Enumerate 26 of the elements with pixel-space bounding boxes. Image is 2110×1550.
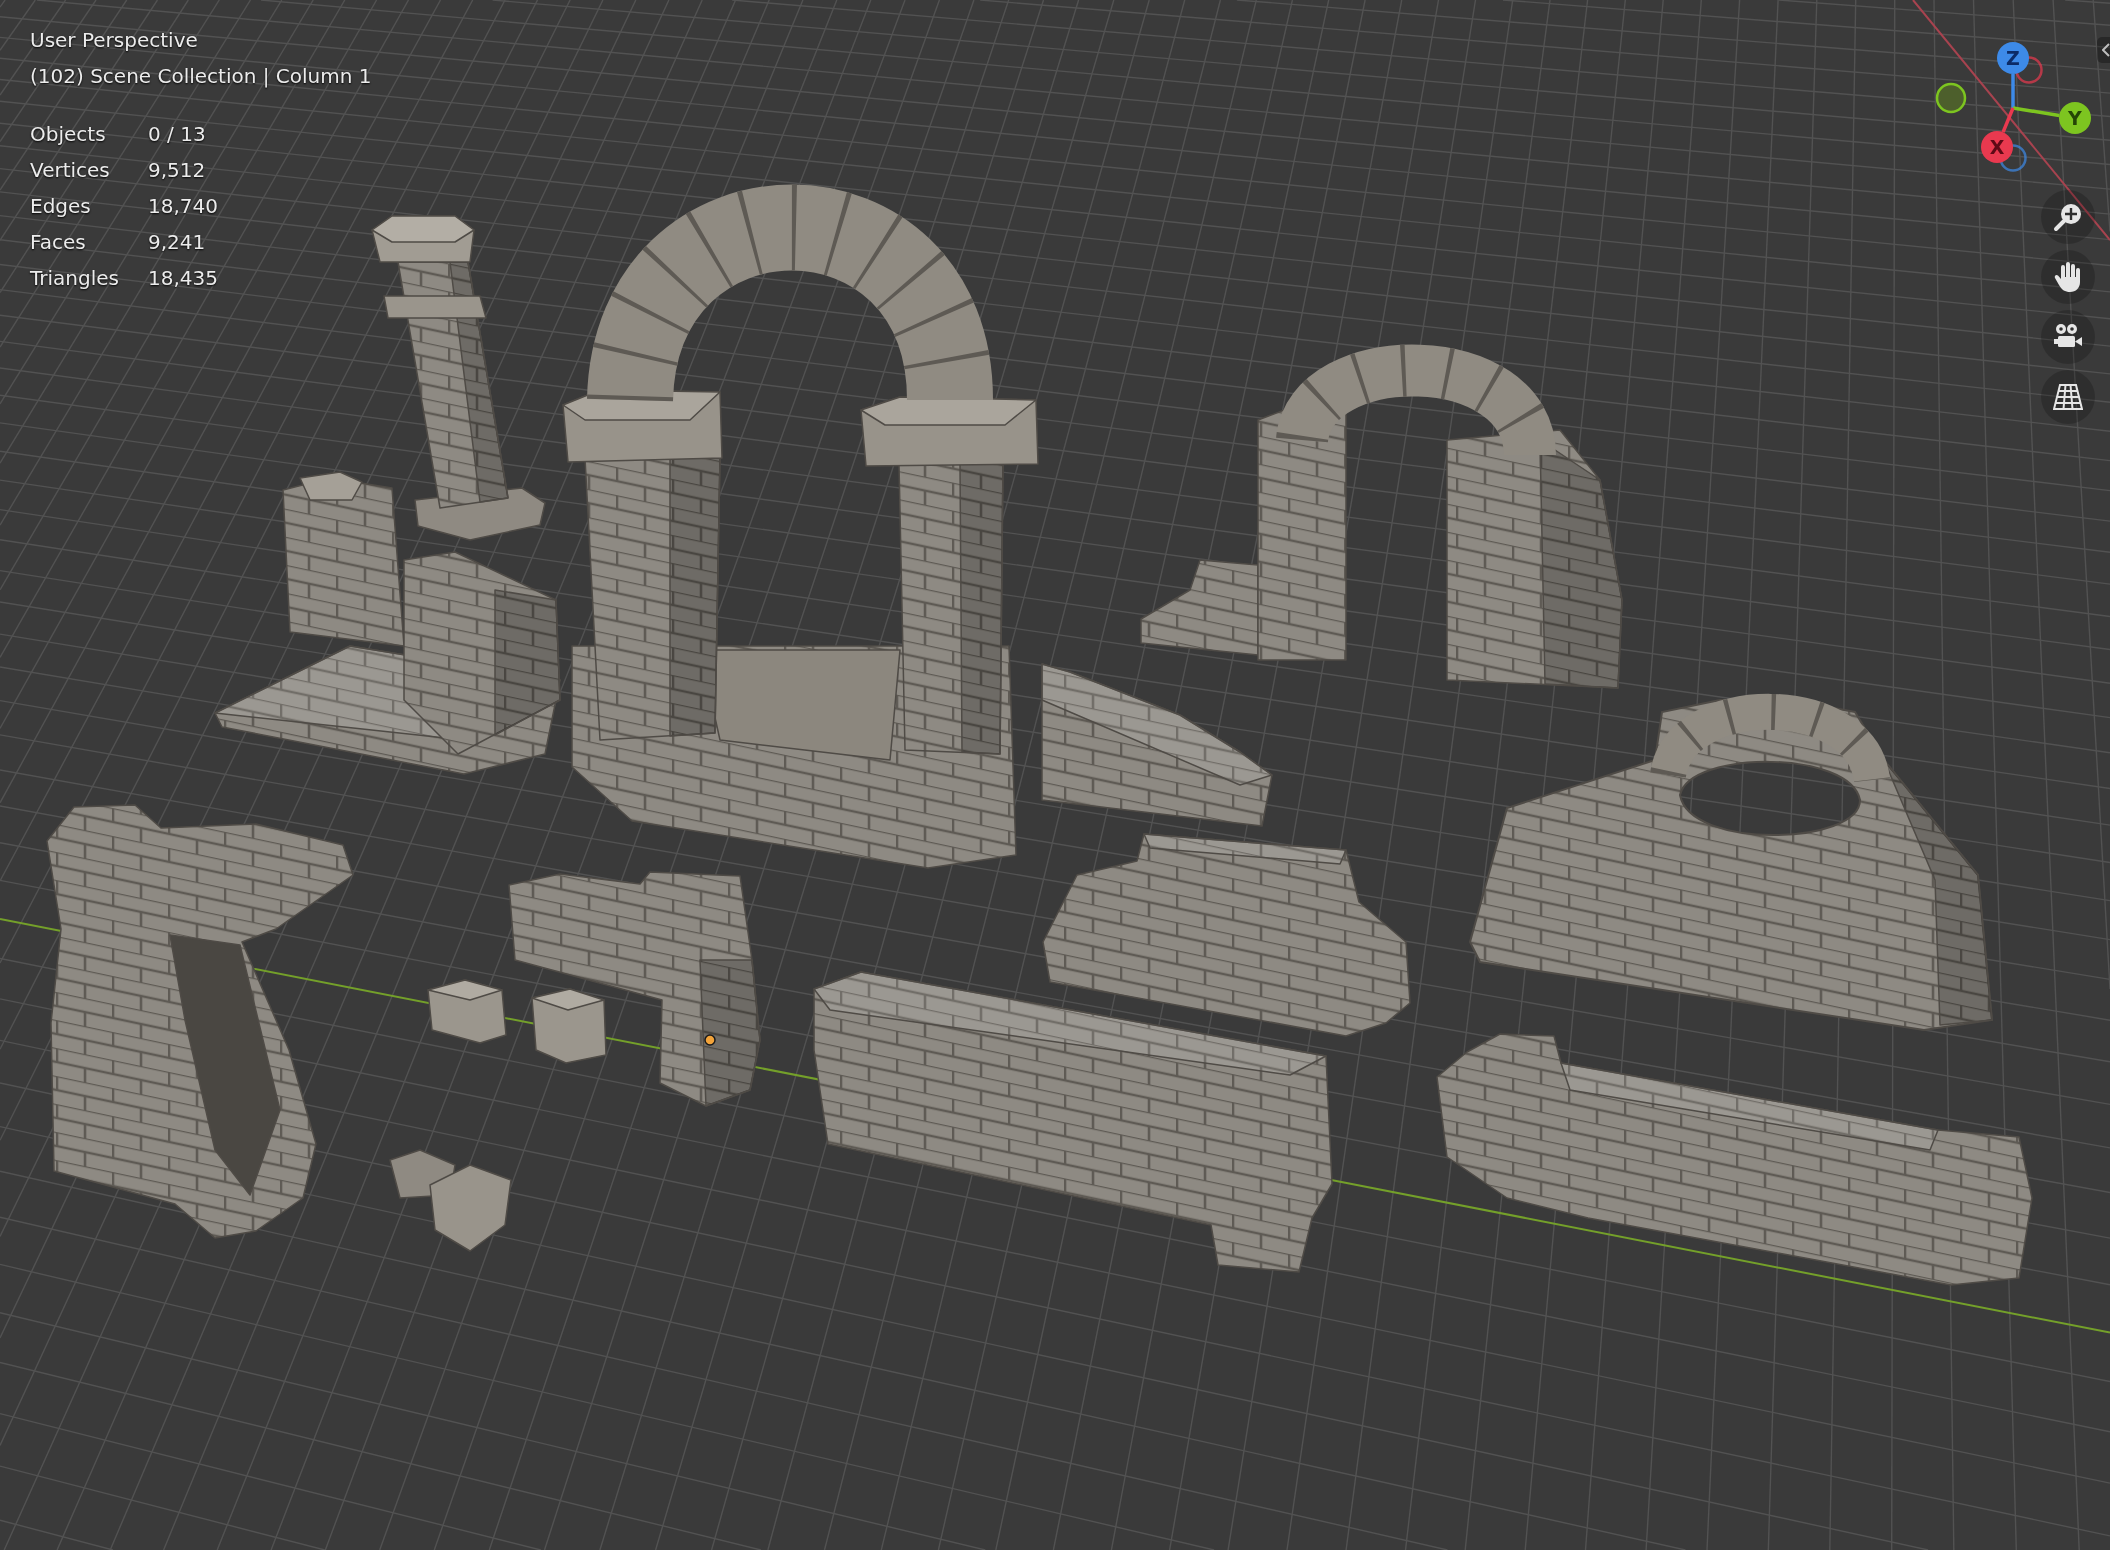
stat-value: 9,241 [148, 229, 207, 256]
zoom-button[interactable] [2041, 190, 2095, 244]
axis-button[interactable]: X [1981, 131, 2013, 163]
perspective-grid-icon [2053, 384, 2083, 410]
projection-button[interactable] [2041, 370, 2095, 424]
axis-button[interactable]: Z [1997, 42, 2029, 74]
pan-button[interactable] [2041, 250, 2095, 304]
stat-label: Faces [30, 229, 87, 256]
origin-marker-icon [704, 1034, 716, 1046]
stat-label: Vertices [30, 157, 111, 184]
stat-value: 0 / 13 [148, 121, 207, 148]
hand-icon [2054, 262, 2082, 292]
zoom-in-icon [2053, 202, 2083, 232]
stat-value: 18,740 [148, 193, 218, 220]
stat-value: 9,512 [148, 157, 207, 184]
stat-label: Edges [30, 193, 92, 220]
camera-button[interactable] [2041, 310, 2095, 364]
collection-label: (102) Scene Collection | Column 1 [30, 63, 372, 90]
stat-value: 18,435 [148, 265, 218, 292]
axis-button[interactable]: Y [2059, 102, 2091, 134]
stat-label: Objects [30, 121, 107, 148]
chevron-left-icon [2102, 43, 2110, 57]
axis-ring-icon[interactable] [1935, 82, 1967, 114]
view-name-label: User Perspective [30, 27, 198, 54]
stat-label: Triangles [30, 265, 120, 292]
sidebar-toggle-button[interactable] [2097, 37, 2110, 63]
